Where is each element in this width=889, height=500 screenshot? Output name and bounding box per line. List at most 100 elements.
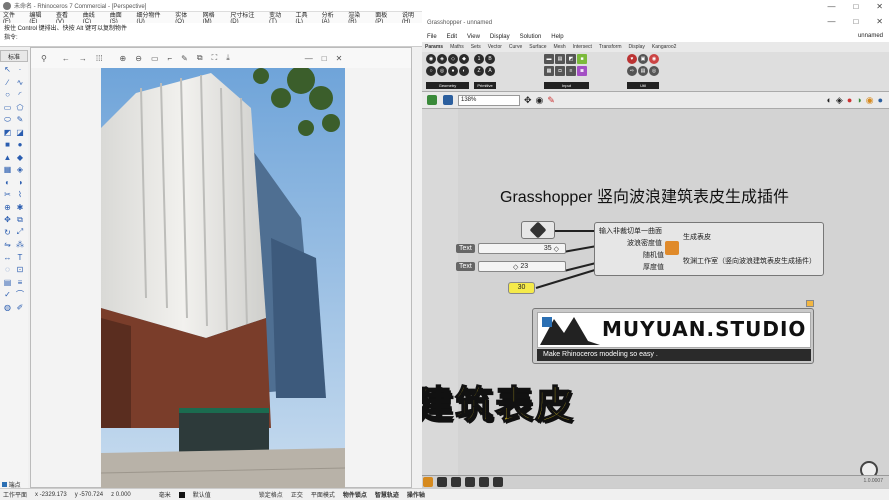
sketch-icon[interactable]: ✎ <box>547 95 555 106</box>
maximize-icon[interactable]: □ <box>322 54 327 63</box>
open-file-icon[interactable] <box>427 95 437 105</box>
arc-icon[interactable]: ◜ <box>15 89 26 100</box>
circle-icon[interactable]: ○ <box>2 89 13 100</box>
gh-menu-view[interactable]: View <box>467 34 480 40</box>
param-icon[interactable]: 1 <box>474 54 484 64</box>
copy-icon[interactable]: ⧉ <box>15 214 26 225</box>
input-density[interactable]: 波浪密度值 <box>599 238 664 250</box>
status-grid-snap[interactable]: 锁定格点 <box>259 490 283 499</box>
cylinder-icon[interactable]: ◆ <box>15 152 26 163</box>
boolean-icon[interactable]: ◐ <box>2 177 13 188</box>
zoom-in-icon[interactable]: ⊕ <box>120 54 127 63</box>
tab-curve[interactable]: Curve <box>509 44 522 50</box>
text-icon[interactable]: T <box>15 252 26 263</box>
preview-mode-icon[interactable]: ◐ <box>826 95 831 105</box>
dimension-icon[interactable]: ↔ <box>2 252 13 263</box>
output-info[interactable]: 牧渊工作室（竖向波浪建筑表皮生成插件） <box>683 256 816 266</box>
navigate-icon[interactable]: ✥ <box>524 95 532 106</box>
gh-maximize-icon[interactable]: □ <box>853 17 858 26</box>
fit-icon[interactable]: ▭ <box>151 54 159 63</box>
rotate-icon[interactable]: ↻ <box>2 227 13 238</box>
canvas-btn-icon[interactable] <box>492 477 503 487</box>
status-smarttrack[interactable]: 智慧轨迹 <box>375 490 399 499</box>
command-prompt[interactable]: 指令: <box>4 34 418 43</box>
minimize-icon[interactable]: — <box>305 54 313 63</box>
tab-transform[interactable]: Transform <box>599 44 622 50</box>
param-icon[interactable]: ◇ <box>448 54 458 64</box>
gh-menu-help[interactable]: Help <box>551 34 563 40</box>
gh-menu-file[interactable]: File <box>427 34 437 40</box>
param-icon[interactable]: ◈ <box>437 54 447 64</box>
canvas-btn-icon[interactable] <box>450 477 461 487</box>
layer-icon[interactable]: ≡ <box>15 277 26 288</box>
wireframe-icon[interactable]: ◈ <box>836 95 843 106</box>
surface-icon[interactable]: ◩ <box>2 127 13 138</box>
back-icon[interactable]: ← <box>62 54 70 63</box>
fullscreen-icon[interactable]: ⛶ <box>212 53 218 63</box>
shaded-icon[interactable]: ● <box>847 95 852 105</box>
canvas-btn-icon[interactable] <box>478 477 489 487</box>
point-icon[interactable]: · <box>15 64 26 75</box>
panel-icon[interactable]: ▤ <box>555 54 565 64</box>
slider-icon[interactable]: ▬ <box>544 54 554 64</box>
swatch-icon[interactable]: ■ <box>577 54 587 64</box>
util-icon[interactable]: ♥ <box>627 54 637 64</box>
rectangle-icon[interactable]: ▭ <box>2 102 13 113</box>
gh-menu-display[interactable]: Display <box>490 34 510 40</box>
output-skin[interactable]: 生成表皮 <box>683 232 711 242</box>
input-surface[interactable]: 输入非裁切单一曲面 <box>599 226 664 238</box>
gh-close-icon[interactable]: ✕ <box>876 17 883 26</box>
param-icon[interactable]: A <box>485 66 495 76</box>
pin-icon[interactable]: ⚲ <box>41 54 47 63</box>
param-icon[interactable]: ○ <box>426 66 436 76</box>
util-icon[interactable]: ◉ <box>649 54 659 64</box>
selected-only-icon[interactable]: ◑ <box>856 95 861 105</box>
material-icon[interactable]: ◉ <box>866 95 874 106</box>
graph-icon[interactable]: ◘ <box>555 66 565 76</box>
close-icon[interactable]: ✕ <box>876 2 883 11</box>
input-thickness[interactable]: 厚度值 <box>599 262 664 274</box>
status-planar[interactable]: 平面模式 <box>311 490 335 499</box>
button-icon[interactable]: ▦ <box>544 66 554 76</box>
save-file-icon[interactable] <box>443 95 453 105</box>
hide-icon[interactable]: ◌ <box>2 264 13 275</box>
close-icon[interactable]: ✕ <box>336 54 343 63</box>
navigation-compass-icon[interactable] <box>860 461 878 475</box>
wave-facade-component[interactable]: 输入非裁切单一曲面 波浪密度值 随机值 厚度值 生成表皮 牧渊工作室（竖向波浪建… <box>594 222 824 276</box>
layer-select[interactable]: 默认值 <box>193 490 211 499</box>
tab-kangaroo2[interactable]: Kangaroo2 <box>652 44 676 50</box>
loft-icon[interactable]: ◪ <box>15 127 26 138</box>
zoom-select[interactable]: 138% <box>458 94 520 106</box>
array-icon[interactable]: ⁂ <box>15 239 26 250</box>
render-icon[interactable]: ◍ <box>2 302 13 313</box>
canvas-btn-icon[interactable] <box>436 477 447 487</box>
param-icon[interactable]: B <box>485 54 495 64</box>
tab-maths[interactable]: Maths <box>450 44 464 50</box>
status-ortho[interactable]: 正交 <box>291 490 303 499</box>
subd-icon[interactable]: ◈ <box>15 164 26 175</box>
maximize-icon[interactable]: □ <box>853 2 858 11</box>
ellipse-icon[interactable]: ⬭ <box>2 114 13 125</box>
split-icon[interactable]: ⌇ <box>15 189 26 200</box>
gradient-icon[interactable]: ◙ <box>577 66 587 76</box>
thickness-number[interactable]: 30 <box>508 282 535 294</box>
thumbnails-icon[interactable]: ⁞⁞⁞ <box>96 54 103 63</box>
param-icon[interactable]: Z <box>474 66 484 76</box>
tab-params[interactable]: Params <box>425 44 443 50</box>
list-icon[interactable]: ≡ <box>566 66 576 76</box>
zoom-out-icon[interactable]: ⊖ <box>135 54 142 63</box>
random-slider[interactable]: ◇ 23 <box>478 261 566 272</box>
edit-icon[interactable]: ✎ <box>181 54 188 63</box>
util-icon[interactable]: ⇨ <box>627 66 637 76</box>
toggle-icon[interactable]: ◩ <box>566 54 576 64</box>
param-icon[interactable]: ◆ <box>459 54 469 64</box>
param-icon[interactable]: ◐ <box>459 66 469 76</box>
fillet-icon[interactable]: ◑ <box>15 177 26 188</box>
crop-icon[interactable]: ⌐ <box>168 54 173 63</box>
muyuan-logo-component[interactable]: MUYUAN.STUDIO Make Rhinoceros modeling s… <box>532 308 814 364</box>
gh-menu-solution[interactable]: Solution <box>520 34 542 40</box>
util-icon[interactable]: ▣ <box>638 54 648 64</box>
tab-vector[interactable]: Vector <box>488 44 502 50</box>
polyline-icon[interactable]: ∕ <box>2 77 13 88</box>
select-icon[interactable]: ↖ <box>2 64 13 75</box>
